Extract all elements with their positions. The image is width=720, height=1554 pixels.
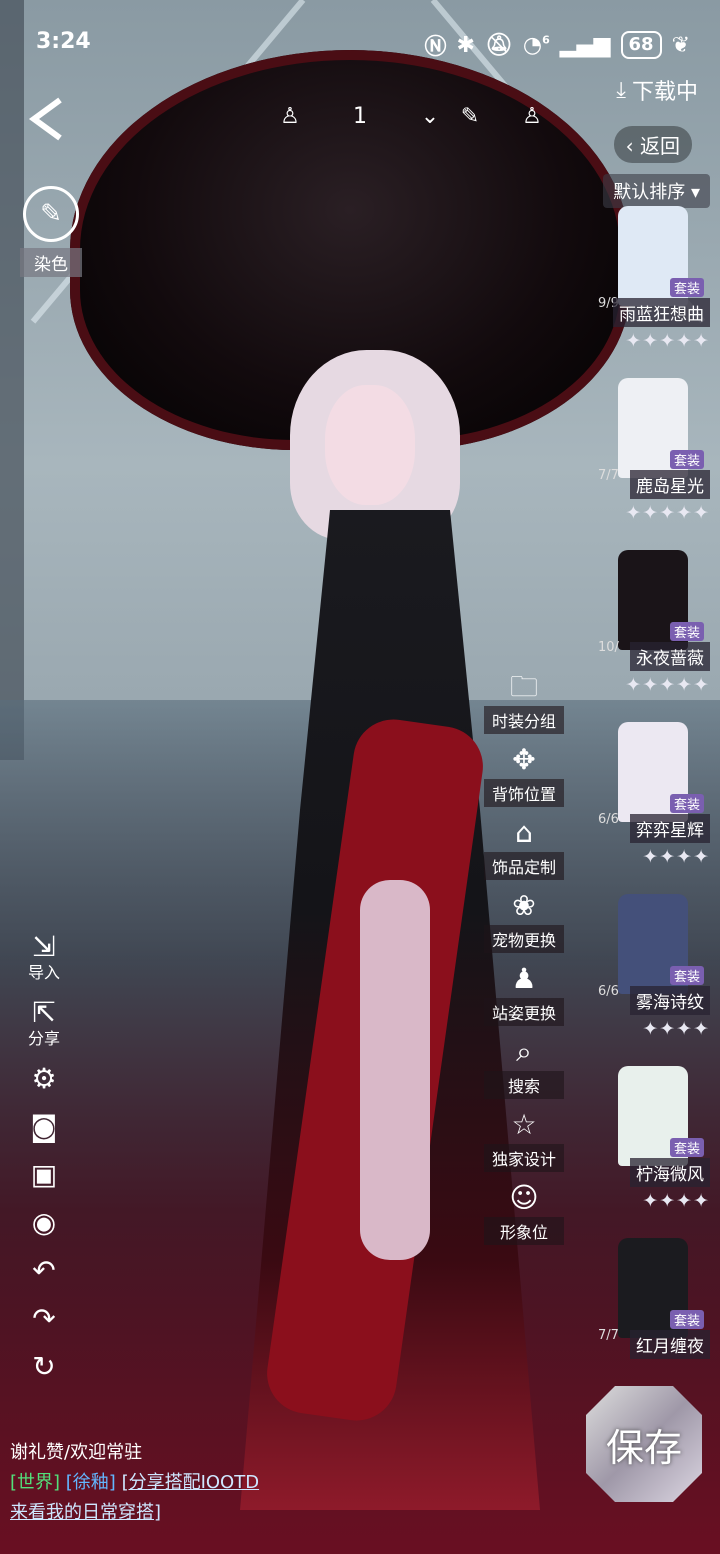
outfit-card[interactable]: 9/9 套装 雨蓝狂想曲 ✦✦✦✦✦ bbox=[598, 204, 710, 376]
back-accessory-icon: ✥ bbox=[512, 743, 536, 776]
menu-item-pose[interactable]: ♟ 站姿更换 bbox=[484, 960, 564, 1033]
dress-icon[interactable]: ♙ bbox=[512, 104, 552, 129]
undo-button[interactable]: ↶ bbox=[22, 1254, 66, 1288]
character-leg bbox=[360, 880, 430, 1260]
menu-item-fashion-group[interactable]: 🗀︎ 时装分组 bbox=[484, 668, 564, 741]
image-icon: ▣ bbox=[30, 1158, 58, 1191]
settings-button[interactable]: ⚙ bbox=[22, 1062, 66, 1096]
left-toolbar: ⇲ 导入 ⇱ 分享 ⚙ ◙ ▣ ◉ ↶ ↷ ↻ bbox=[22, 930, 66, 1398]
wifi-icon: ◔6 bbox=[522, 32, 550, 58]
search-icon: ⌕ bbox=[516, 1035, 532, 1068]
menu-item-accessory-custom[interactable]: ⌂ 饰品定制 bbox=[484, 814, 564, 887]
page-number: 1 bbox=[353, 104, 367, 129]
share-button[interactable]: ⇱ 分享 bbox=[22, 996, 66, 1048]
eye-icon: ◉ bbox=[31, 1206, 57, 1239]
top-toolbar: ♙ 1 ⌄ ✎ ♙ bbox=[270, 104, 552, 129]
redo-icon: ↷ bbox=[32, 1302, 56, 1335]
portrait-icon: ☺ bbox=[509, 1181, 539, 1214]
menu-item-exclusive-design[interactable]: ☆ 独家设计 bbox=[484, 1106, 564, 1179]
palette-icon: ✎ bbox=[23, 186, 79, 242]
download-icon: ⤓ bbox=[616, 77, 626, 103]
nfc-icon: Ⓝ bbox=[424, 35, 447, 60]
camera-icon: ◙ bbox=[30, 1110, 58, 1143]
mute-icon: 🔕︎ bbox=[484, 32, 513, 58]
download-label: 下载中 bbox=[631, 80, 698, 105]
outfit-card[interactable]: 6/6 套装 雾海诗纹 ✦✦✦✦ bbox=[598, 892, 710, 1064]
back-button[interactable] bbox=[26, 96, 72, 142]
outfit-card[interactable]: 10/ 套装 永夜蔷薇 ✦✦✦✦✦ bbox=[598, 548, 710, 720]
folder-icon: 🗀︎ bbox=[509, 670, 538, 703]
bag-icon: ⌂ bbox=[515, 816, 533, 849]
dye-label: 染色 bbox=[20, 248, 82, 277]
settings-icon: ⚙ bbox=[31, 1062, 57, 1095]
function-menu: 🗀︎ 时装分组 ✥ 背饰位置 ⌂ 饰品定制 ❀ 宠物更换 ♟ 站姿更换 ⌕ 搜索 ☆ 独家设计… bbox=[484, 668, 564, 1252]
save-button[interactable]: 保存 bbox=[586, 1386, 702, 1502]
left-pillar bbox=[0, 0, 24, 760]
import-icon: ⇲ bbox=[32, 930, 56, 963]
chevron-left-icon bbox=[28, 97, 62, 141]
reset-button[interactable]: ↻ bbox=[22, 1350, 66, 1384]
undo-icon: ↶ bbox=[32, 1254, 56, 1287]
world-channel-tag: [世界] bbox=[10, 1472, 61, 1493]
redo-button[interactable]: ↷ bbox=[22, 1302, 66, 1336]
sort-dropdown[interactable]: 默认排序 ▾ bbox=[603, 174, 710, 208]
rating-stars: ✦✦✦✦✦ bbox=[625, 330, 710, 352]
reset-icon: ↻ bbox=[32, 1350, 56, 1383]
chat-line: [世界] [徐釉] [分享搭配IOOTD bbox=[10, 1468, 570, 1498]
chat-line: 谢礼赞/欢迎常驻 bbox=[10, 1442, 143, 1463]
menu-item-search[interactable]: ⌕ 搜索 bbox=[484, 1033, 564, 1106]
save-label: 保存 bbox=[605, 1425, 682, 1470]
brush-icon[interactable]: ✎ bbox=[450, 104, 490, 129]
outfit-card[interactable]: 6/6 套装 弈弈星辉 ✦✦✦✦ bbox=[598, 720, 710, 892]
chat-username[interactable]: [徐釉] bbox=[66, 1472, 116, 1493]
menu-item-back-accessory[interactable]: ✥ 背饰位置 bbox=[484, 741, 564, 814]
menu-item-pet[interactable]: ❀ 宠物更换 bbox=[484, 887, 564, 960]
chat-message-link[interactable]: 来看我的日常穿搭] bbox=[10, 1502, 161, 1523]
return-button[interactable]: ‹ 返回 bbox=[613, 126, 692, 163]
chat-line: 来看我的日常穿搭] bbox=[10, 1498, 570, 1528]
leaf-icon: ❦ bbox=[671, 32, 690, 58]
rating-stars: ✦✦✦✦ bbox=[642, 1018, 710, 1040]
rating-stars: ✦✦✦✦ bbox=[642, 846, 710, 868]
share-icon: ⇱ bbox=[32, 996, 56, 1029]
eye-button[interactable]: ◉ bbox=[22, 1206, 66, 1240]
caret-down-icon: ▾ bbox=[690, 182, 700, 203]
star-icon: ☆ bbox=[511, 1108, 537, 1141]
dress-icon[interactable]: ♙ bbox=[270, 104, 310, 129]
status-bar: 3:24 Ⓝ ✱ 🔕︎ ◔6 ▂▄▆ 68 ❦ bbox=[0, 26, 720, 60]
sort-label: 默认排序 bbox=[613, 182, 686, 203]
import-button[interactable]: ⇲ 导入 bbox=[22, 930, 66, 982]
chevron-down-icon[interactable]: ⌄ bbox=[410, 104, 450, 129]
chat-box[interactable]: 谢礼赞/欢迎常驻 [世界] [徐釉] [分享搭配IOOTD 来看我的日常穿搭] bbox=[10, 1438, 570, 1528]
chat-message-link[interactable]: [分享搭配IOOTD bbox=[122, 1472, 260, 1493]
outfit-card[interactable]: 7/7 套装 红月缠夜 bbox=[598, 1236, 710, 1408]
outfit-card[interactable]: 套装 柠海微风 ✦✦✦✦ bbox=[598, 1064, 710, 1236]
outfit-list: 9/9 套装 雨蓝狂想曲 ✦✦✦✦✦ 7/7 套装 鹿岛星光 ✦✦✦✦✦ 10/… bbox=[598, 204, 710, 1408]
bluetooth-icon: ✱ bbox=[456, 32, 475, 58]
paw-icon: ❀ bbox=[512, 889, 536, 922]
rating-stars: ✦✦✦✦ bbox=[642, 1190, 710, 1212]
dye-button[interactable]: ✎ 染色 bbox=[20, 186, 82, 277]
camera-button[interactable]: ◙ bbox=[22, 1110, 66, 1144]
rating-stars: ✦✦✦✦✦ bbox=[625, 502, 710, 524]
download-status[interactable]: ⤓ 下载中 bbox=[616, 74, 698, 106]
chevron-left-icon: ‹ bbox=[625, 134, 640, 158]
outfit-card[interactable]: 7/7 套装 鹿岛星光 ✦✦✦✦✦ bbox=[598, 376, 710, 548]
signal-icon: ▂▄▆ bbox=[559, 32, 611, 58]
image-button[interactable]: ▣ bbox=[22, 1158, 66, 1192]
status-icons: Ⓝ ✱ 🔕︎ ◔6 ▂▄▆ 68 ❦ bbox=[424, 29, 690, 61]
battery-indicator: 68 bbox=[620, 31, 662, 59]
return-label: 返回 bbox=[640, 134, 680, 158]
pose-icon: ♟ bbox=[511, 962, 537, 995]
menu-item-portrait[interactable]: ☺ 形象位 bbox=[484, 1179, 564, 1252]
rating-stars: ✦✦✦✦✦ bbox=[625, 674, 710, 696]
status-time: 3:24 bbox=[36, 29, 91, 54]
character-face bbox=[325, 385, 415, 505]
